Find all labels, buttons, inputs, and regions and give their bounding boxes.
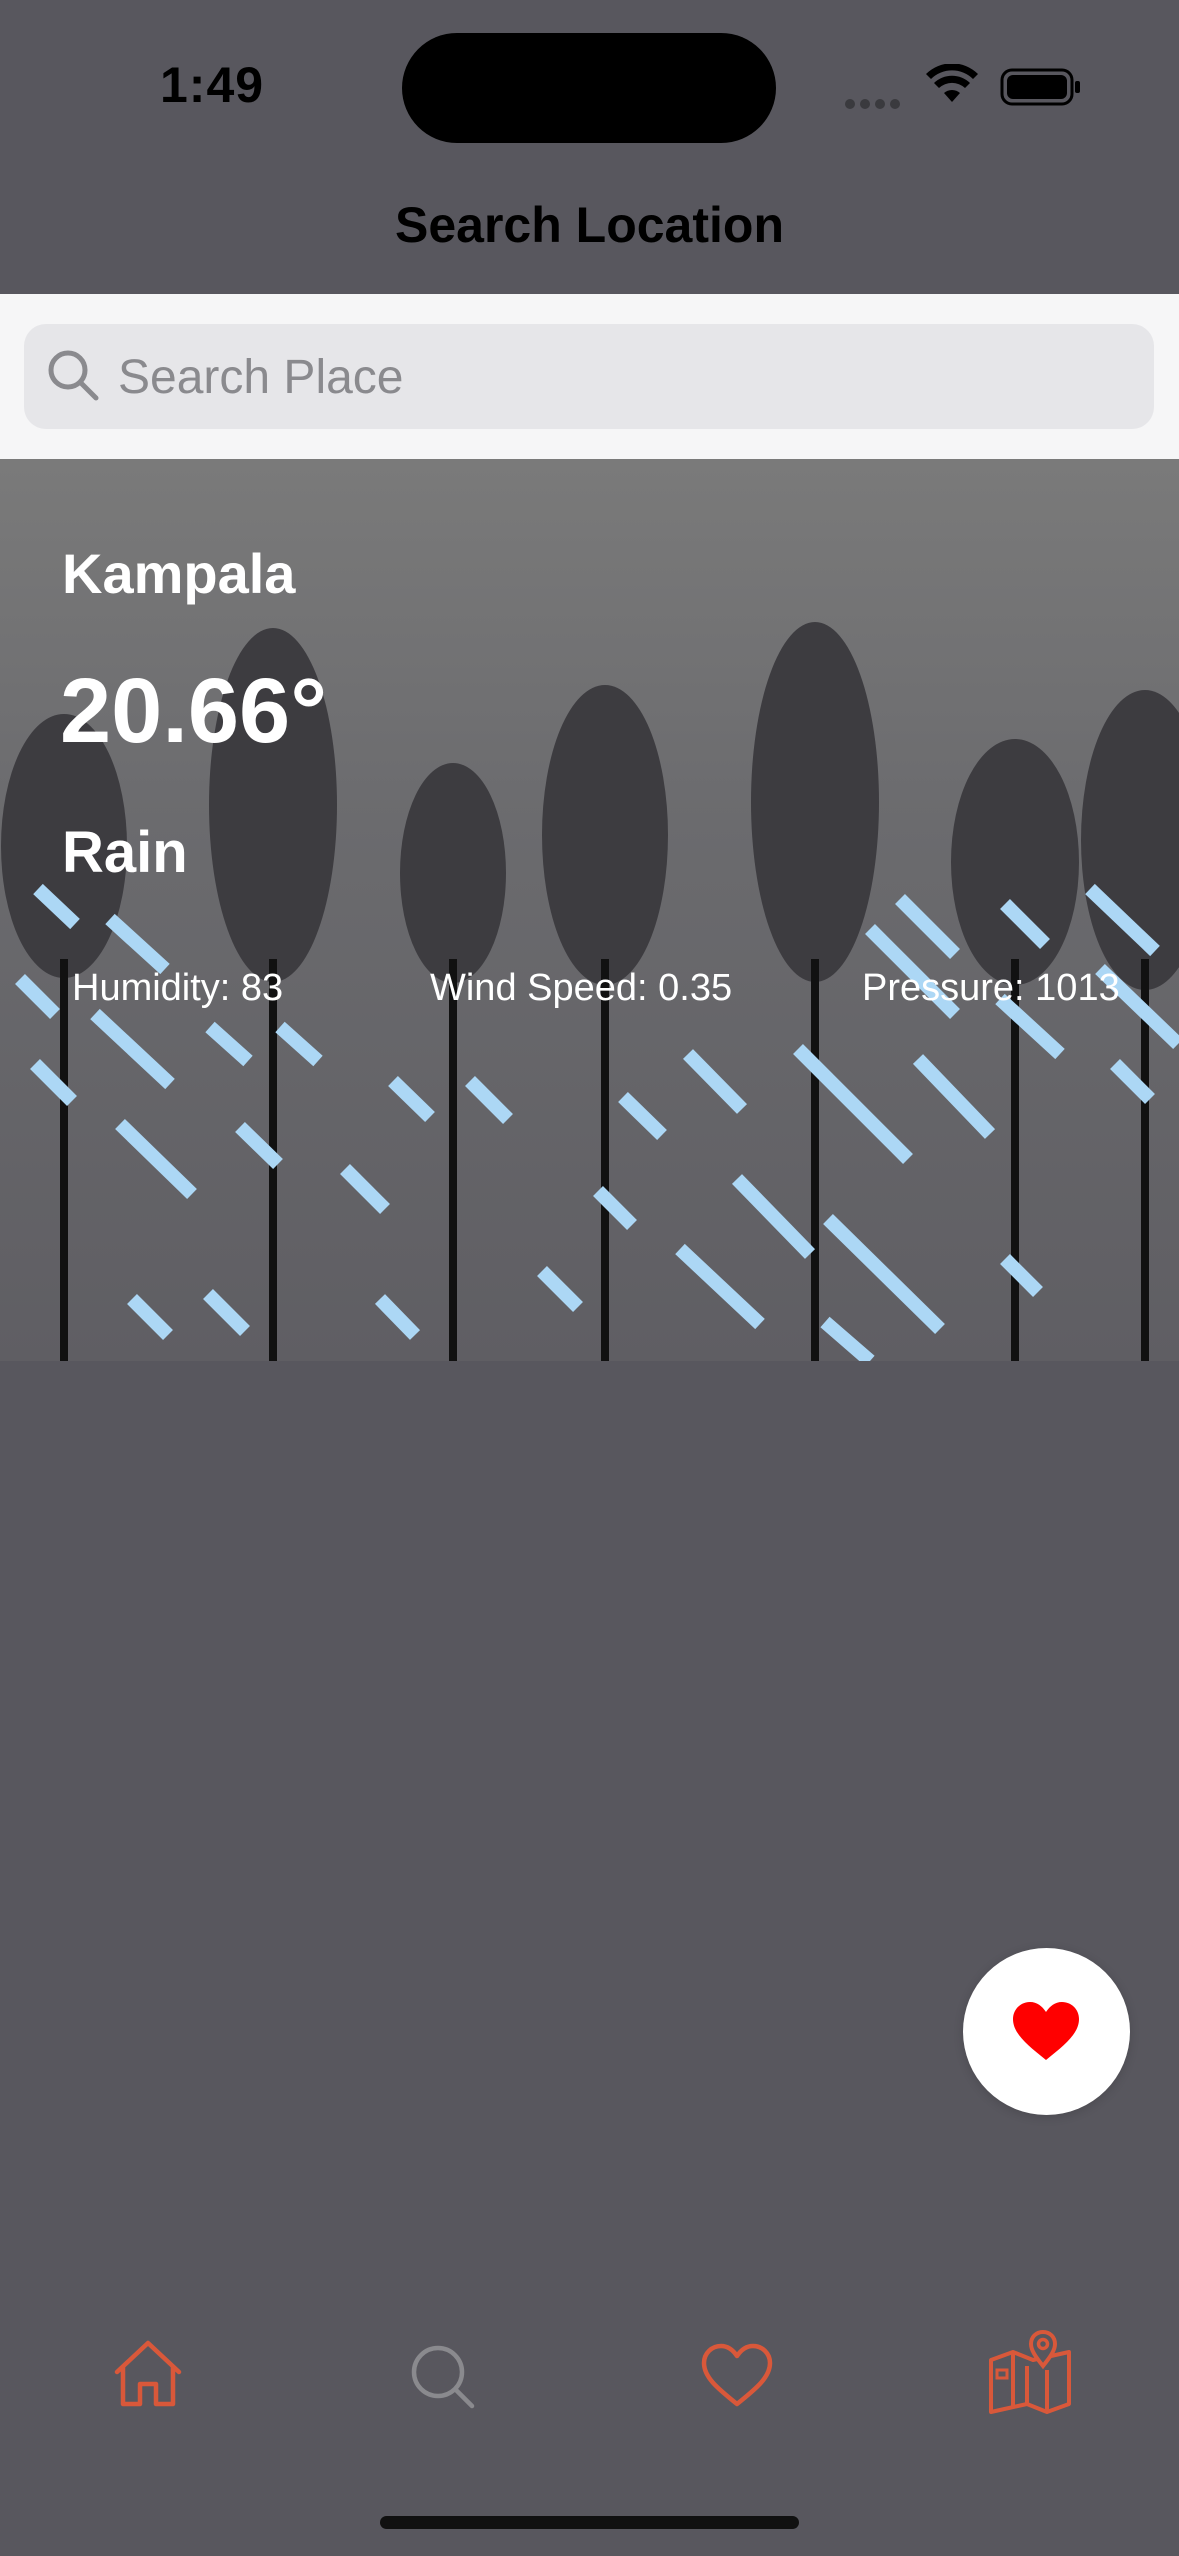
search-input[interactable] <box>116 324 1120 431</box>
pressure-value: Pressure: 1013 <box>862 967 1120 1009</box>
wifi-icon <box>926 64 978 102</box>
signal-icon <box>845 96 905 109</box>
wind-speed-value: Wind Speed: 0.35 <box>430 967 733 1009</box>
home-icon <box>114 2340 182 2407</box>
page-title: Search Location <box>395 197 784 253</box>
city-name: Kampala <box>62 542 296 605</box>
tab-favorites[interactable] <box>692 2330 782 2420</box>
status-time: 1:49 <box>160 57 265 113</box>
heart-outline-icon <box>701 2343 773 2407</box>
temperature: 20.66° <box>60 660 328 762</box>
dynamic-island <box>402 33 776 143</box>
tab-search[interactable] <box>396 2330 486 2420</box>
search-bar-container <box>0 294 1179 459</box>
battery-icon <box>1000 68 1080 106</box>
tab-bar <box>0 2300 1179 2440</box>
search-icon <box>411 2345 475 2409</box>
home-indicator <box>380 2516 799 2529</box>
tab-home[interactable] <box>103 2330 193 2420</box>
status-bar: 1:49 <box>0 0 1179 170</box>
weather-condition: Rain <box>62 820 188 885</box>
map-icon <box>989 2329 1071 2414</box>
search-icon <box>48 350 99 401</box>
tab-map[interactable] <box>985 2329 1075 2420</box>
humidity-value: Humidity: 83 <box>72 967 284 1009</box>
weather-card[interactable]: Kampala 20.66° Rain Humidity: 83 Wind Sp… <box>0 459 1179 1361</box>
heart-icon <box>1013 2002 1079 2060</box>
add-favorite-button[interactable] <box>963 1948 1130 2115</box>
search-field[interactable] <box>24 324 1154 431</box>
